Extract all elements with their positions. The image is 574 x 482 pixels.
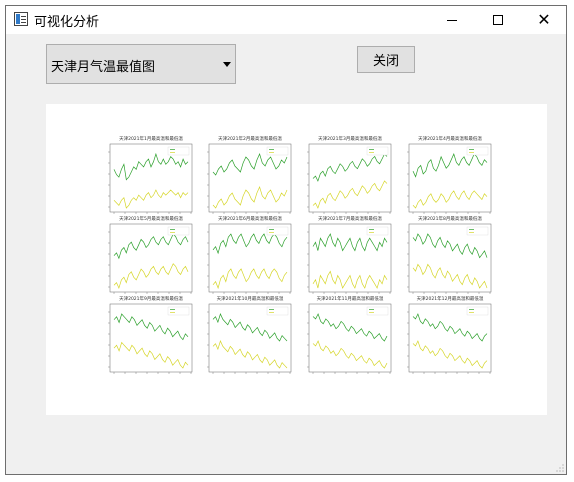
legend xyxy=(366,306,389,316)
legend xyxy=(366,146,389,156)
high-temp-line xyxy=(312,313,388,342)
dropdown-selected-value: 天津月气温最值图 xyxy=(51,60,156,75)
panel-title: 天津2021年7月最高温和最低温 xyxy=(318,215,382,222)
low-temp-line xyxy=(212,268,288,290)
low-temp-line xyxy=(312,340,388,369)
high-temp-line xyxy=(312,233,388,252)
low-temp-line xyxy=(412,340,488,369)
close-button[interactable]: 关闭 xyxy=(357,46,415,73)
chart-figure: 天津2021年1月最高温和最低温 天津2021年2月最高温和最低温 天津2021年3… xyxy=(46,104,547,415)
high-temp-line xyxy=(212,153,288,176)
high-temp-line xyxy=(412,233,488,259)
low-temp-line xyxy=(412,190,488,209)
high-temp-line xyxy=(312,153,388,182)
high-temp-line xyxy=(212,233,288,255)
low-temp-line xyxy=(113,189,189,209)
high-temp-line xyxy=(113,313,189,341)
maximize-icon xyxy=(493,15,503,25)
legend xyxy=(266,306,289,316)
low-temp-line xyxy=(212,340,288,369)
legend xyxy=(167,226,190,236)
panel-title: 天津2021年6月最高温和最低温 xyxy=(218,215,282,222)
title-bar: 可视化分析 ✕ xyxy=(6,6,566,34)
panel-title: 天津2021年2月最高温和最低温 xyxy=(218,135,282,142)
legend xyxy=(366,226,389,236)
low-temp-line xyxy=(312,180,388,209)
window-title: 可视化分析 xyxy=(34,15,100,30)
high-temp-line xyxy=(412,313,488,342)
high-temp-line xyxy=(412,152,488,178)
legend xyxy=(466,146,489,156)
panel-title: 天津2021年9月最高温和最低温 xyxy=(119,295,183,302)
low-temp-line xyxy=(113,263,189,289)
legend xyxy=(466,226,489,236)
panel-title: 天津2021年11月最高温和最低温 xyxy=(317,295,384,302)
panel-title: 天津2021年5月最高温和最低温 xyxy=(119,215,183,222)
low-temp-line xyxy=(312,270,388,289)
maximize-button[interactable] xyxy=(475,6,521,34)
high-temp-line xyxy=(113,152,189,181)
panel-title: 天津2021年1月最高温和最低温 xyxy=(119,135,183,142)
panel-title: 天津2021年4月最高温和最低温 xyxy=(418,135,482,142)
high-temp-line xyxy=(113,233,189,260)
panel-title: 天津2021年3月最高温和最低温 xyxy=(318,135,382,142)
legend xyxy=(167,146,190,156)
monthly-temperature-chart-grid: 天津2021年1月最高温和最低温 天津2021年2月最高温和最低温 天津2021年3… xyxy=(108,135,492,374)
panel-title: 天津2021年8月最高温和最低温 xyxy=(418,215,482,222)
panel-title: 天津2021年10月最高温和最低温 xyxy=(217,295,284,302)
close-icon: ✕ xyxy=(537,10,551,29)
resize-grip-icon[interactable] xyxy=(556,464,564,472)
high-temp-line xyxy=(212,313,288,342)
low-temp-line xyxy=(412,263,488,289)
legend xyxy=(266,226,289,236)
legend xyxy=(466,306,489,316)
low-temp-line xyxy=(212,186,288,209)
main-window: 可视化分析 ✕ 天津月气温最值图 关闭 天津2021年1月最高温和最低温 天津20… xyxy=(5,5,567,475)
close-window-button[interactable]: ✕ xyxy=(521,6,567,34)
chevron-down-icon xyxy=(223,62,231,67)
low-temp-line xyxy=(113,341,189,369)
legend xyxy=(167,306,190,316)
minimize-button[interactable] xyxy=(429,6,475,34)
legend xyxy=(266,146,289,156)
window-app-icon xyxy=(14,12,28,26)
panel-title: 天津2021年12月最高温和最低温 xyxy=(417,295,484,302)
minimize-icon xyxy=(447,19,457,21)
chart-select-dropdown[interactable]: 天津月气温最值图 xyxy=(46,44,236,84)
